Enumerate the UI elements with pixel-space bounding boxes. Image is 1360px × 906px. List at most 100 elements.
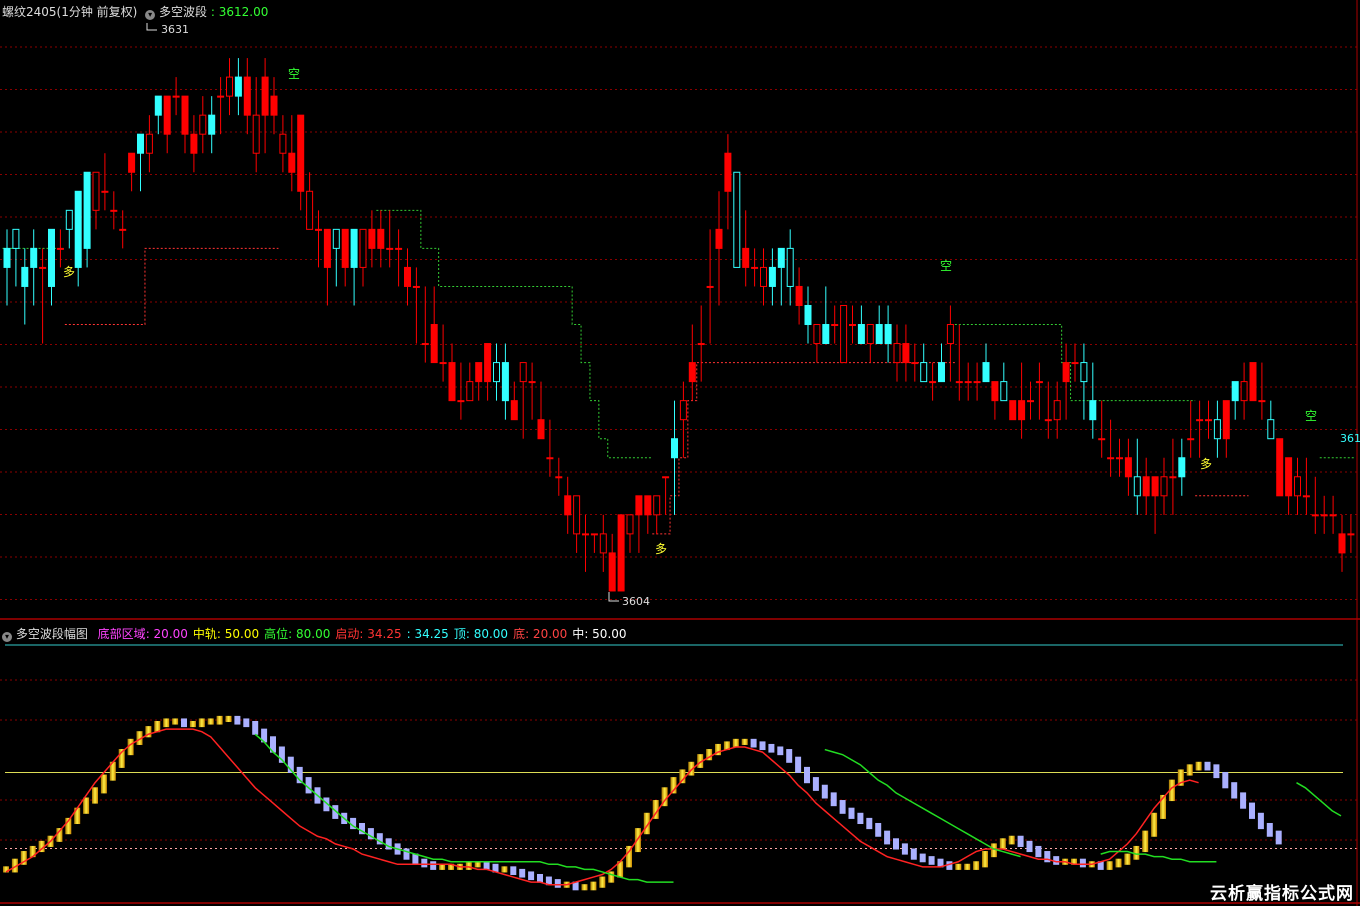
chevron-down-icon[interactable]: ▾: [2, 632, 12, 642]
annotations: 36313604361多多多空空空: [63, 23, 1360, 608]
candle-body: [404, 266, 411, 287]
sub-item-value-0: : 20.00: [145, 627, 188, 641]
sub-item-7: 中: [572, 627, 585, 641]
candle-body: [421, 343, 429, 346]
candle-body: [1142, 476, 1150, 497]
sub-item-6: 底: [513, 627, 526, 641]
osc-bar: [804, 766, 810, 784]
candle-body: [1205, 419, 1212, 422]
bull-mark: 多: [63, 265, 75, 279]
candle-body: [1151, 476, 1159, 497]
candle-body: [74, 190, 82, 268]
candle-body: [39, 266, 47, 269]
candle-body: [119, 228, 127, 231]
bull-mark: 多: [1200, 457, 1212, 471]
candle-body: [653, 495, 661, 516]
candle-body: [662, 476, 670, 479]
candle-body: [786, 247, 794, 287]
osc-bar: [919, 853, 926, 863]
sub-indicator-name[interactable]: 多空波段幅图: [16, 627, 88, 641]
candle-body: [306, 190, 314, 230]
candle-body: [857, 324, 865, 345]
candle-body: [1089, 400, 1097, 421]
candle-body: [608, 552, 616, 592]
osc-bar: [750, 738, 757, 748]
osc-bar: [198, 718, 205, 728]
candle-body: [154, 95, 162, 116]
symbol-title[interactable]: 螺纹2405(1分钟 前复权): [2, 5, 137, 19]
sub-item-value-5: : 80.00: [465, 627, 509, 641]
osc-bar: [848, 807, 855, 819]
candle-body: [1124, 457, 1132, 478]
osc-bar: [1079, 858, 1086, 868]
candle-body: [938, 362, 945, 383]
osc-bar: [172, 718, 179, 725]
osc-bar: [1008, 835, 1015, 845]
sub-item-value-6: : 20.00: [525, 627, 568, 641]
candle-body: [715, 228, 723, 249]
sub-item-1: 中轨: [192, 627, 217, 641]
candle-body: [1133, 476, 1141, 497]
candle-body: [760, 266, 767, 287]
candle-body: [724, 152, 732, 192]
chart-canvas: 36313604361多多多空空空: [0, 0, 1360, 906]
indicator-name[interactable]: 多空波段: [159, 5, 207, 19]
candle-body: [350, 228, 358, 268]
osc-bar: [875, 822, 882, 837]
candle-body: [448, 362, 456, 402]
osc-bar: [554, 879, 561, 888]
osc-bar: [999, 838, 1006, 850]
osc-bar: [857, 812, 864, 825]
candle-body: [599, 533, 607, 554]
candle-body: [430, 324, 438, 364]
osc-bar: [1115, 858, 1122, 868]
candle-body: [1160, 476, 1168, 497]
candle-body: [56, 247, 64, 250]
candle-body: [208, 114, 216, 135]
candle-body: [804, 304, 812, 326]
candle-body: [510, 400, 518, 421]
osc-bar: [163, 718, 170, 728]
candle-body: [323, 228, 331, 268]
osc-bar: [795, 756, 802, 774]
bull-mark: 多: [655, 542, 667, 556]
candle-body: [1311, 514, 1319, 517]
candle-body: [1249, 362, 1257, 402]
osc-bar: [1035, 845, 1042, 858]
osc-bar: [430, 861, 437, 870]
slow-line: [1296, 782, 1342, 817]
osc-bar: [501, 866, 508, 873]
osc-bar: [421, 858, 428, 868]
candle-body: [875, 324, 883, 345]
slow-line: [254, 733, 674, 883]
osc-bar: [732, 738, 739, 748]
candle-body: [21, 266, 29, 287]
candle-body: [439, 362, 447, 365]
osc-bar: [1213, 764, 1220, 779]
osc-bar: [528, 871, 535, 881]
watermark: 云析赢指标公式网: [1210, 884, 1354, 904]
sub-item-5: 顶: [453, 627, 466, 641]
osc-bar: [973, 861, 980, 870]
osc-bar: [777, 746, 784, 756]
sub-header: ▾ 多空波段幅图 底部区域: 20.00 中轨: 50.00 高位: 80.00 启动…: [2, 625, 632, 642]
osc-bar: [786, 749, 793, 763]
osc-bar: [830, 792, 837, 807]
candle-body: [501, 362, 509, 402]
candle-body: [48, 228, 55, 287]
candle-body: [145, 133, 153, 154]
osc-bar: [216, 715, 223, 725]
candle-body: [1285, 457, 1293, 497]
candle-body: [1071, 362, 1079, 365]
chevron-down-icon[interactable]: ▾: [145, 10, 156, 20]
candlesticks: [3, 58, 1355, 592]
sub-item-value-3: : 34.25: [359, 627, 402, 641]
osc-bar: [1026, 840, 1033, 853]
candle-body: [1080, 362, 1088, 383]
candle-body: [412, 285, 420, 288]
candle-body: [12, 228, 20, 249]
candle-body: [964, 381, 972, 384]
resistance-line: [376, 209, 653, 459]
candle-body: [1196, 419, 1204, 422]
osc-bar: [812, 777, 819, 791]
